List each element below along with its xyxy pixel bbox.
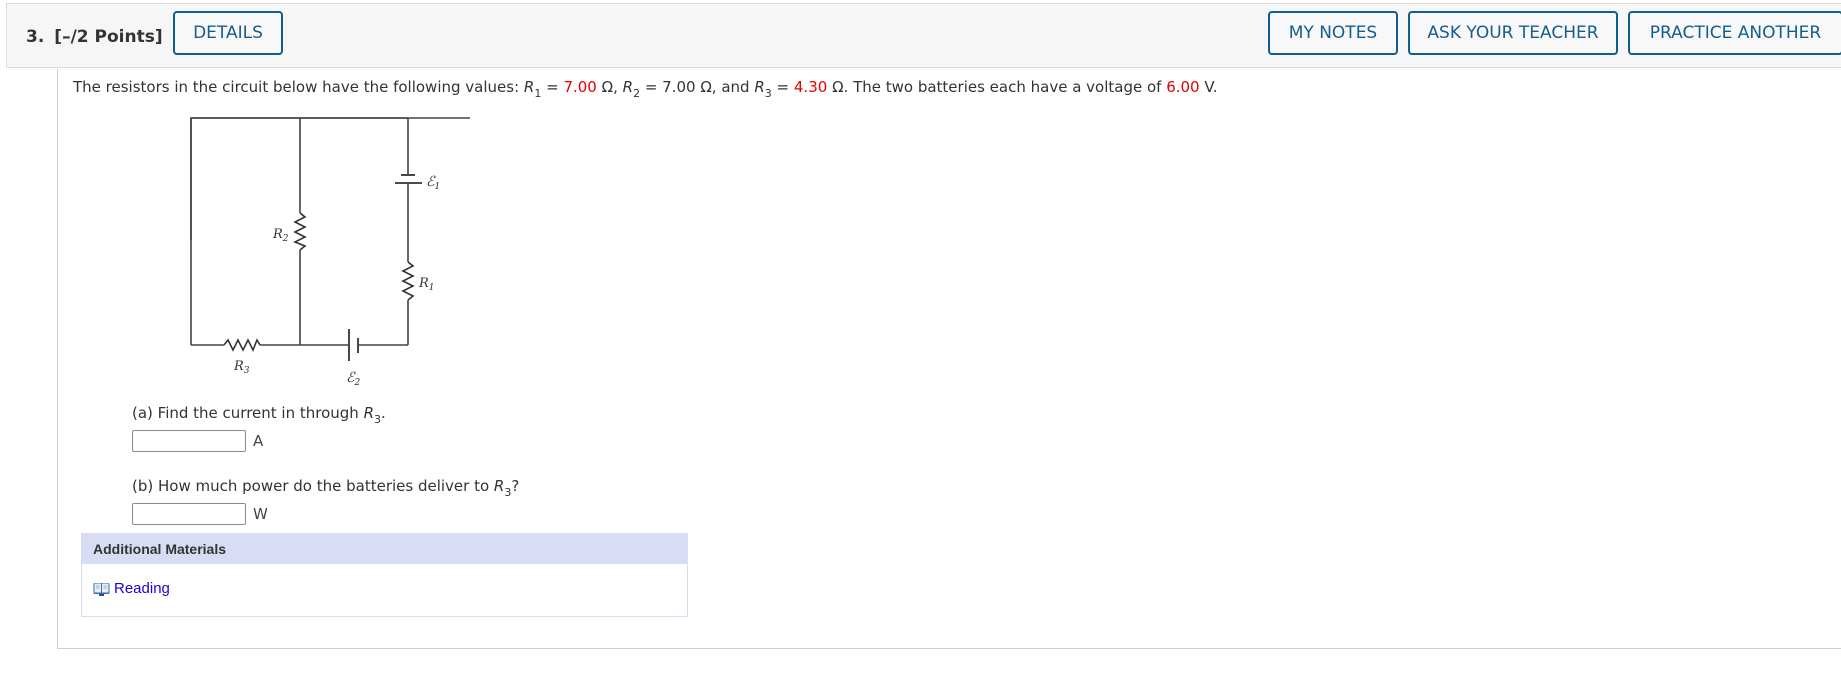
label-r2: R2 [272,227,289,244]
r1-var: R [523,78,535,96]
part-b-unit: W [253,505,268,523]
reading-label[interactable]: Reading [114,580,170,597]
r2-sub: 2 [633,87,641,100]
part-b-label: (b) How much power do the batteries deli… [132,477,494,495]
part-a-question: (a) Find the current in through R3. [132,404,386,425]
label-emf2: ℰ2 [346,370,360,388]
book-icon [93,582,110,596]
part-a-var: R [363,404,375,422]
part-b-question: (b) How much power do the batteries deli… [132,477,520,498]
r2-eq: = [640,78,663,96]
r2-value: 7.00 [662,78,696,96]
r2-var: R [622,78,634,96]
prompt-intro: The resistors in the circuit below have … [73,78,524,96]
part-a-unit: A [253,432,264,450]
part-b-answer-input[interactable] [132,503,246,525]
part-a-answer-input[interactable] [132,430,246,452]
part-b-end: ? [511,477,520,495]
additional-materials-panel: Additional Materials Reading [81,533,688,617]
part-a-end: . [381,404,386,422]
battery-emf1 [395,174,422,184]
ask-teacher-button[interactable]: ASK YOUR TEACHER [1408,11,1618,55]
r3-sub: 3 [764,87,772,100]
voltage-unit: V. [1199,78,1218,96]
circuit-diagram: ℰ1 R2 R1 R3 ℰ2 [190,117,470,388]
practice-another-button[interactable]: PRACTICE ANOTHER [1628,11,1841,55]
additional-materials-title: Additional Materials [82,534,687,564]
r3-value: 4.30 [793,78,828,96]
resistor-r1 [401,261,415,301]
question-number: 3. [26,27,45,47]
r1-unit: Ω, [596,78,623,96]
question-prompt: The resistors in the circuit below have … [73,78,1218,99]
part-b-var: R [493,477,505,495]
voltage-value: 6.00 [1166,78,1200,96]
r3-eq: = [771,78,794,96]
my-notes-button[interactable]: MY NOTES [1268,11,1398,55]
label-r1: R1 [418,276,435,293]
details-button[interactable]: DETAILS [173,11,283,55]
r2-unit: Ω, and [695,78,755,96]
part-a-sub: 3 [374,413,382,426]
label-r3: R3 [233,359,250,376]
points-label: [–/2 Points] [54,27,163,47]
question-label: 3. [–/2 Points] [26,27,163,47]
part-a-label: (a) Find the current in through [132,404,364,422]
r1-value: 7.00 [563,78,597,96]
r3-unit: Ω. The two batteries each have a voltage… [827,78,1167,96]
r1-eq: = [541,78,564,96]
resistor-r3 [223,338,261,352]
label-emf1: ℰ1 [426,174,440,192]
battery-emf2 [348,329,359,361]
reading-link[interactable]: Reading [93,580,170,597]
resistor-r2 [293,212,307,251]
r3-var: R [754,78,765,96]
